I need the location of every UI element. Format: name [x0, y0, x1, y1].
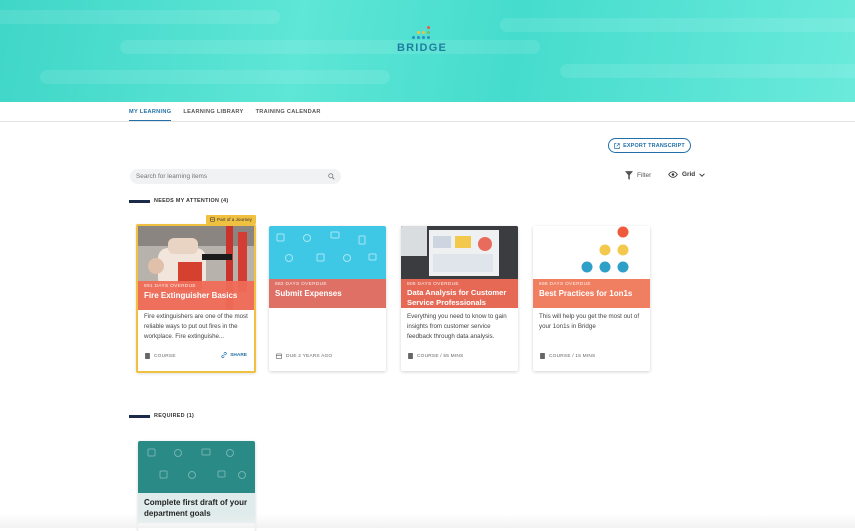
card-meta: COURSE / 55 MINS [408, 353, 463, 359]
tab-learning-library[interactable]: LEARNING LIBRARY [183, 102, 243, 122]
banner-texture [0, 10, 280, 24]
card-title: Submit Expenses [275, 289, 342, 298]
card-meta-label: COURSE [154, 353, 176, 359]
card-meta-label: COURSE / 55 MINS [417, 353, 464, 359]
external-link-icon [614, 142, 620, 149]
course-icon [145, 353, 150, 359]
card-status: 882 DAYS OVERDUE [275, 282, 327, 287]
course-icon [408, 353, 413, 359]
search-bar [130, 169, 341, 184]
view-selector[interactable]: Grid [668, 171, 705, 178]
card-description: This will help you get the most out of y… [539, 313, 640, 330]
card-status: 698 DAYS OVERDUE [539, 282, 591, 287]
card-status: 891 DAYS OVERDUE [144, 284, 196, 289]
share-button[interactable]: SHARE [221, 352, 247, 358]
card-meta-label: DUE 2 YEARS AGO [286, 353, 333, 359]
banner-texture [40, 70, 390, 84]
learning-card-submit-expenses[interactable]: 882 DAYS OVERDUE Submit Expenses DUE 2 Y… [269, 226, 386, 371]
course-icon [540, 353, 545, 359]
chevron-down-icon [699, 172, 705, 177]
export-transcript-label: EXPORT TRANSCRIPT [623, 142, 685, 149]
eye-icon [668, 171, 678, 178]
calendar-icon [276, 353, 282, 359]
card-status: 806 DAYS OVERDUE [407, 282, 459, 287]
filter-icon [625, 171, 633, 180]
section-title: REQUIRED (1) [154, 413, 195, 419]
section-marker [129, 199, 150, 203]
banner-texture [120, 40, 540, 54]
search-icon[interactable] [328, 173, 335, 180]
bottom-fade [0, 514, 855, 528]
banner-texture [500, 18, 855, 32]
card-description: Fire extinguishers are one of the most r… [144, 313, 248, 340]
card-title: Fire Extinguisher Basics [144, 291, 238, 300]
card-meta: COURSE [145, 353, 176, 359]
link-icon [221, 352, 227, 358]
bridge-logo[interactable]: BRIDGE [397, 24, 447, 54]
card-title: Data Analysis for Customer Service Profe… [407, 288, 507, 307]
export-transcript-button[interactable]: EXPORT TRANSCRIPT [608, 138, 691, 153]
learning-card-fire-extinguisher[interactable]: 891 DAYS OVERDUE Fire Extinguisher Basic… [136, 224, 256, 373]
card-title: Best Practices for 1on1s [539, 289, 633, 298]
journey-icon [210, 217, 215, 222]
card-meta: DUE 2 YEARS AGO [276, 353, 332, 359]
view-label: Grid [682, 171, 696, 178]
card-description: Everything you need to know to gain insi… [407, 313, 507, 340]
card-image [138, 441, 255, 493]
filter-label: Filter [637, 172, 652, 179]
tab-my-learning[interactable]: MY LEARNING [129, 102, 172, 122]
card-meta-label: COURSE / 15 MINS [549, 353, 596, 359]
journey-badge-label: Part of a Journey [217, 217, 252, 222]
pattern-image [147, 448, 246, 479]
section-title: NEEDS MY ATTENTION (4) [154, 198, 229, 204]
share-label: SHARE [230, 352, 247, 358]
card-overlay: 882 DAYS OVERDUE Submit Expenses [269, 279, 386, 308]
tab-training-calendar[interactable]: TRAINING CALENDAR [256, 102, 321, 122]
section-marker [129, 414, 150, 418]
section-needs-attention: NEEDS MY ATTENTION (4) [129, 198, 228, 204]
banner-texture [560, 64, 855, 78]
card-overlay: 806 DAYS OVERDUE Data Analysis for Custo… [401, 279, 518, 308]
search-input[interactable] [136, 173, 326, 180]
learning-card-data-analysis[interactable]: 806 DAYS OVERDUE Data Analysis for Custo… [401, 226, 518, 371]
logo-text: BRIDGE [397, 42, 447, 54]
filter-button[interactable]: Filter [625, 171, 651, 180]
tabs-divider [0, 121, 855, 122]
bridge-logo-icon [404, 24, 434, 42]
learning-card-best-practices[interactable]: 698 DAYS OVERDUE Best Practices for 1on1… [533, 226, 650, 371]
main-tabs: MY LEARNING LEARNING LIBRARY TRAINING CA… [129, 102, 321, 122]
card-overlay: 698 DAYS OVERDUE Best Practices for 1on1… [533, 279, 650, 308]
section-required: REQUIRED (1) [129, 413, 194, 419]
header-banner: BRIDGE [0, 0, 855, 102]
card-meta: COURSE / 15 MINS [540, 353, 595, 359]
card-overlay: 891 DAYS OVERDUE Fire Extinguisher Basic… [138, 281, 254, 310]
journey-badge: Part of a Journey [206, 215, 256, 224]
